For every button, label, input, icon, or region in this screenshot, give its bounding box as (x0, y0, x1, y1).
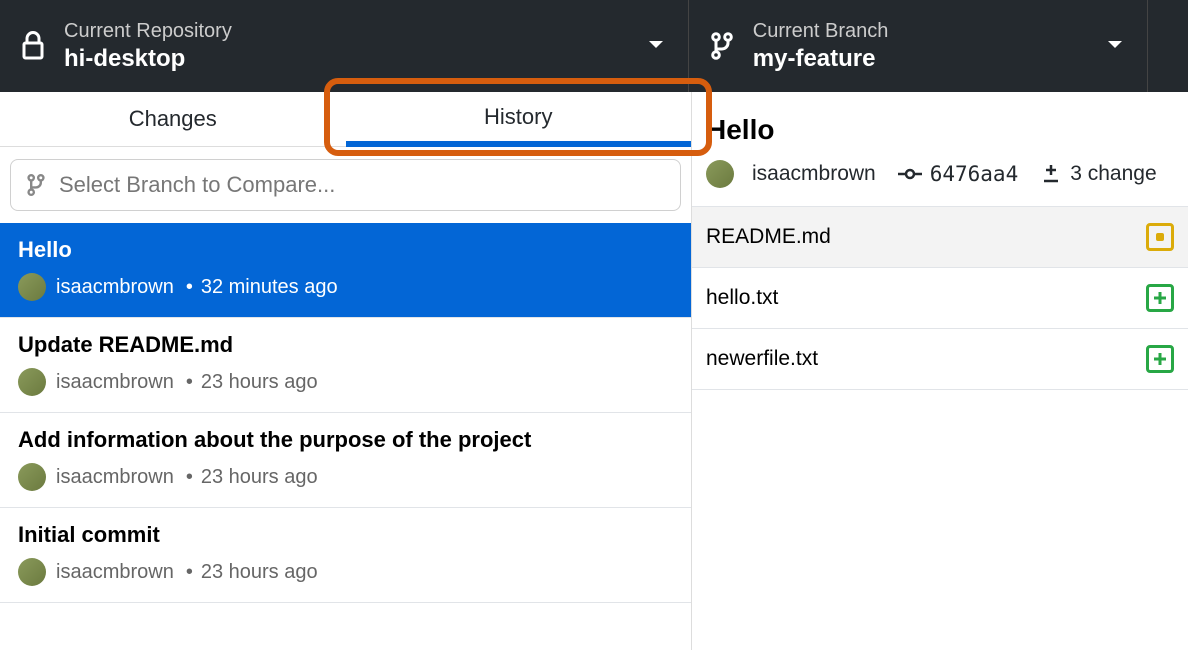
repo-selector[interactable]: Current Repository hi-desktop (0, 0, 689, 92)
detail-author: isaacmbrown (752, 162, 876, 186)
app-header: Current Repository hi-desktop Current Br… (0, 0, 1188, 92)
commit-author: isaacmbrown (56, 371, 174, 394)
repo-name: hi-desktop (64, 45, 232, 73)
compare-placeholder: Select Branch to Compare... (59, 172, 335, 198)
branch-label: Current Branch (753, 20, 889, 43)
file-item[interactable]: README.md (692, 206, 1188, 267)
tab-changes[interactable]: Changes (0, 92, 346, 147)
commit-item[interactable]: Update README.md isaacmbrown • 23 hours … (0, 318, 691, 413)
detail-changes: 3 change (1070, 162, 1156, 186)
separator: • (186, 561, 193, 584)
commit-title: Hello (18, 237, 673, 263)
commit-author: isaacmbrown (56, 276, 174, 299)
repo-label: Current Repository (64, 20, 232, 43)
avatar (706, 160, 734, 188)
commit-title: Initial commit (18, 522, 673, 548)
file-name: README.md (706, 225, 831, 249)
avatar (18, 463, 46, 491)
avatar (18, 558, 46, 586)
avatar (18, 368, 46, 396)
commit-item[interactable]: Add information about the purpose of the… (0, 413, 691, 508)
diff-icon (1040, 163, 1062, 185)
added-icon (1146, 345, 1174, 373)
commit-title: Add information about the purpose of the… (18, 427, 673, 453)
file-name: hello.txt (706, 286, 778, 310)
modified-icon (1146, 223, 1174, 251)
chevron-down-icon (648, 37, 664, 55)
branch-name: my-feature (753, 45, 889, 73)
separator: • (186, 466, 193, 489)
branch-selector[interactable]: Current Branch my-feature (689, 0, 1148, 92)
refresh-button[interactable] (1148, 0, 1188, 92)
chevron-down-icon (1107, 37, 1123, 55)
lock-icon (20, 31, 46, 61)
git-branch-icon (709, 31, 735, 61)
commit-time: 23 hours ago (201, 466, 318, 489)
commit-detail-title: Hello (692, 92, 1188, 160)
commit-time: 32 minutes ago (201, 276, 338, 299)
left-pane: Changes History Select Branch to Compare… (0, 92, 692, 650)
commit-author: isaacmbrown (56, 561, 174, 584)
commit-detail-meta: isaacmbrown 6476aa4 3 change (692, 160, 1188, 206)
tab-history[interactable]: History (346, 92, 692, 147)
file-list: README.md hello.txt newerfile.txt (692, 206, 1188, 390)
file-item[interactable]: newerfile.txt (692, 328, 1188, 390)
separator: • (186, 371, 193, 394)
main-content: Changes History Select Branch to Compare… (0, 92, 1188, 650)
commit-title: Update README.md (18, 332, 673, 358)
added-icon (1146, 284, 1174, 312)
commit-time: 23 hours ago (201, 561, 318, 584)
file-item[interactable]: hello.txt (692, 267, 1188, 328)
commit-list: Hello isaacmbrown • 32 minutes ago Updat… (0, 223, 691, 603)
commit-time: 23 hours ago (201, 371, 318, 394)
commit-icon (898, 167, 922, 181)
file-name: newerfile.txt (706, 347, 818, 371)
tabs: Changes History (0, 92, 691, 147)
right-pane: Hello isaacmbrown 6476aa4 3 change READM… (692, 92, 1188, 650)
commit-item[interactable]: Initial commit isaacmbrown • 23 hours ag… (0, 508, 691, 603)
avatar (18, 273, 46, 301)
detail-sha: 6476aa4 (930, 162, 1019, 186)
separator: • (186, 276, 193, 299)
compare-branch-select[interactable]: Select Branch to Compare... (10, 159, 681, 211)
commit-author: isaacmbrown (56, 466, 174, 489)
commit-item[interactable]: Hello isaacmbrown • 32 minutes ago (0, 223, 691, 318)
